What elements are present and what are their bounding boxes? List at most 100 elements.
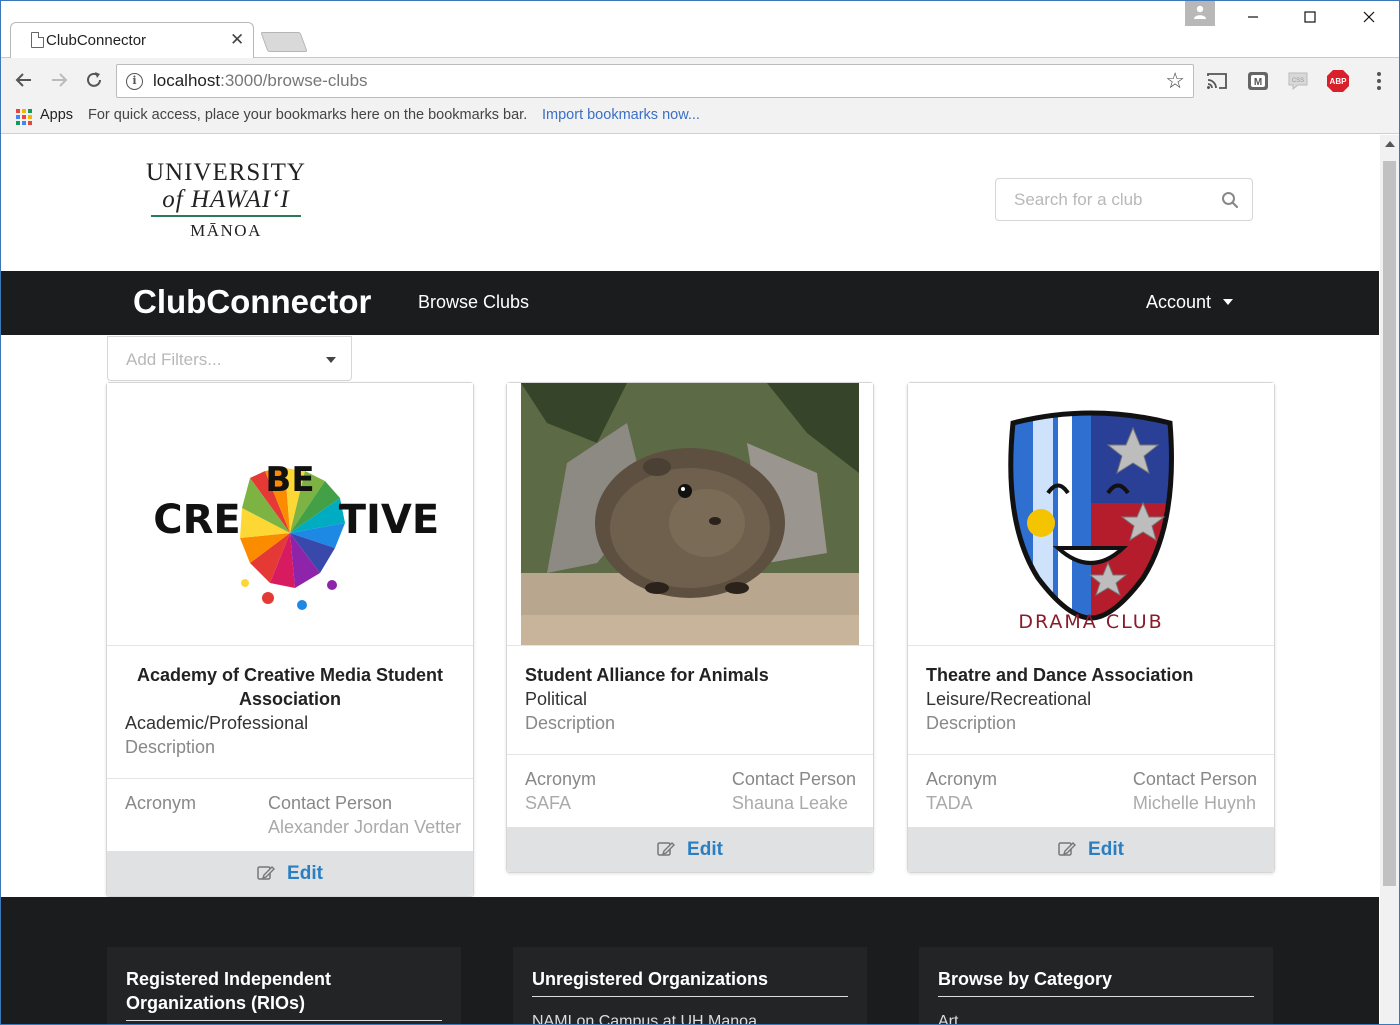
svg-text:M: M	[1254, 77, 1262, 88]
search-input[interactable]	[997, 180, 1207, 219]
extension-m-icon[interactable]: M	[1246, 69, 1270, 93]
bookmarks-bar: Apps For quick access, place your bookma…	[0, 104, 1400, 134]
club-card: Student Alliance for Animals Political D…	[506, 382, 874, 873]
svg-text:ABP: ABP	[1330, 77, 1348, 86]
acronym-label: Acronym	[926, 769, 998, 789]
university-logo[interactable]: UNIVERSITY of HAWAI‘I MĀNOA	[146, 159, 306, 241]
scroll-thumb[interactable]	[1383, 161, 1396, 886]
logo-line-2: of HAWAI‘I	[162, 186, 290, 213]
footer-section-title: Browse by Category	[938, 969, 1113, 989]
logo-line-3: MĀNOA	[190, 221, 262, 240]
club-category: Academic/Professional	[125, 713, 309, 733]
contact-block: Contact Person Michelle Huynh	[1133, 767, 1257, 815]
edit-button[interactable]: Edit	[107, 851, 473, 896]
apps-icon[interactable]	[16, 109, 32, 125]
club-description: Description	[525, 713, 616, 733]
close-icon	[1363, 11, 1375, 23]
drama-club-mask-icon: DRAMA CLUB	[1008, 410, 1174, 633]
apps-link[interactable]: Apps	[40, 107, 73, 123]
footer-section-rios: Registered Independent Organizations (RI…	[107, 947, 461, 1025]
card-extra: Acronym TADA Contact Person Michelle Huy…	[908, 754, 1274, 827]
footer-link[interactable]: NAMI on Campus at UH Manoa	[532, 1013, 757, 1025]
browser-toolbar: i localhost:3000/browse-clubs ☆ M CSS AB…	[0, 58, 1400, 104]
card-extra: Acronym SAFA Contact Person Shauna Leake	[507, 754, 873, 827]
club-search	[995, 178, 1253, 221]
acronym-label: Acronym	[125, 793, 197, 813]
browser-tab-strip: ClubConnector ✕	[0, 0, 1400, 59]
import-bookmarks-link[interactable]: Import bookmarks now...	[542, 107, 700, 123]
bookmarks-hint: For quick access, place your bookmarks h…	[88, 107, 528, 123]
drama-club-text: DRAMA CLUB	[1018, 611, 1163, 633]
logo-divider	[151, 215, 301, 217]
vertical-scrollbar[interactable]	[1380, 135, 1399, 1025]
acronym-value: SAFA	[525, 793, 572, 813]
close-tab-icon[interactable]: ✕	[230, 30, 244, 50]
contact-value: Shauna Leake	[731, 793, 849, 813]
footer-divider	[938, 996, 1254, 997]
be-creative-logo-icon: BE CRE TIVE	[153, 460, 439, 610]
maximize-button[interactable]	[1295, 6, 1325, 30]
back-icon[interactable]	[13, 70, 35, 92]
window-close-button[interactable]	[1354, 6, 1384, 30]
card-body: Academy of Creative Media Student Associ…	[107, 646, 473, 778]
club-name: Student Alliance for Animals	[525, 665, 769, 685]
search-icon[interactable]	[1221, 191, 1239, 209]
edit-button[interactable]: Edit	[908, 827, 1274, 872]
card-body: Student Alliance for Animals Political D…	[507, 646, 873, 754]
footer-section-title: Unregistered Organizations	[532, 969, 769, 989]
club-category: Leisure/Recreational	[926, 689, 1092, 709]
address-bar[interactable]: i localhost:3000/browse-clubs ☆	[116, 64, 1194, 98]
profile-button[interactable]	[1185, 0, 1215, 26]
edit-label: Edit	[287, 863, 323, 884]
contact-block: Contact Person Alexander Jordan Vetter	[268, 791, 461, 839]
scroll-up-arrow-icon[interactable]	[1385, 141, 1395, 147]
brand-link[interactable]: ClubConnector	[133, 283, 371, 321]
guinea-pig-photo-icon	[521, 383, 859, 645]
svg-text:TIVE: TIVE	[339, 497, 439, 543]
contact-block: Contact Person Shauna Leake	[732, 767, 856, 815]
club-image: BE CRE TIVE	[107, 383, 473, 646]
acronym-block: Acronym	[125, 791, 196, 815]
bookmark-star-icon[interactable]: ☆	[1165, 68, 1185, 94]
club-name: Academy of Creative Media Student Associ…	[136, 665, 444, 709]
acronym-block: Acronym SAFA	[525, 767, 596, 815]
menu-dots-icon[interactable]	[1367, 69, 1391, 93]
filter-placeholder: Add Filters...	[126, 350, 222, 369]
reload-icon[interactable]	[83, 70, 105, 92]
filter-dropdown[interactable]: Add Filters...	[107, 336, 352, 381]
page-footer: Registered Independent Organizations (RI…	[1, 897, 1379, 1025]
edit-button[interactable]: Edit	[507, 827, 873, 872]
new-tab-button[interactable]	[260, 32, 308, 52]
edit-label: Edit	[1088, 839, 1124, 860]
info-icon[interactable]: i	[126, 73, 143, 90]
contact-label: Contact Person	[731, 769, 856, 789]
edit-label: Edit	[687, 839, 723, 860]
club-image	[507, 383, 873, 646]
minimize-icon	[1248, 16, 1258, 18]
account-dropdown[interactable]: Account	[1146, 292, 1234, 313]
cast-icon[interactable]	[1205, 69, 1229, 93]
footer-divider	[126, 1020, 442, 1021]
card-extra: Acronym Contact Person Alexander Jordan …	[107, 778, 473, 851]
footer-link[interactable]: Art	[938, 1013, 958, 1025]
edit-icon	[257, 866, 276, 880]
caret-down-icon	[1223, 299, 1234, 305]
acronym-block: Acronym TADA	[926, 767, 997, 815]
caret-down-icon	[326, 357, 336, 363]
nav-browse-clubs[interactable]: Browse Clubs	[418, 292, 529, 313]
acronym-label: Acronym	[525, 769, 597, 789]
club-category: Political	[525, 689, 588, 709]
club-card: DRAMA CLUB Theatre and Dance Association…	[907, 382, 1275, 873]
svg-text:BE: BE	[265, 460, 314, 500]
edit-icon	[657, 842, 676, 856]
adblock-icon[interactable]: ABP	[1326, 69, 1350, 93]
minimize-button[interactable]	[1238, 6, 1268, 30]
logo-line-1: UNIVERSITY	[146, 159, 306, 186]
extension-css-icon[interactable]: CSS	[1286, 69, 1310, 93]
url-text: localhost:3000/browse-clubs	[153, 71, 368, 90]
svg-text:CRE: CRE	[153, 497, 240, 543]
tab-title: ClubConnector	[46, 32, 147, 49]
forward-icon[interactable]	[48, 70, 70, 92]
maximize-icon	[1304, 11, 1316, 23]
page-icon	[31, 32, 44, 48]
